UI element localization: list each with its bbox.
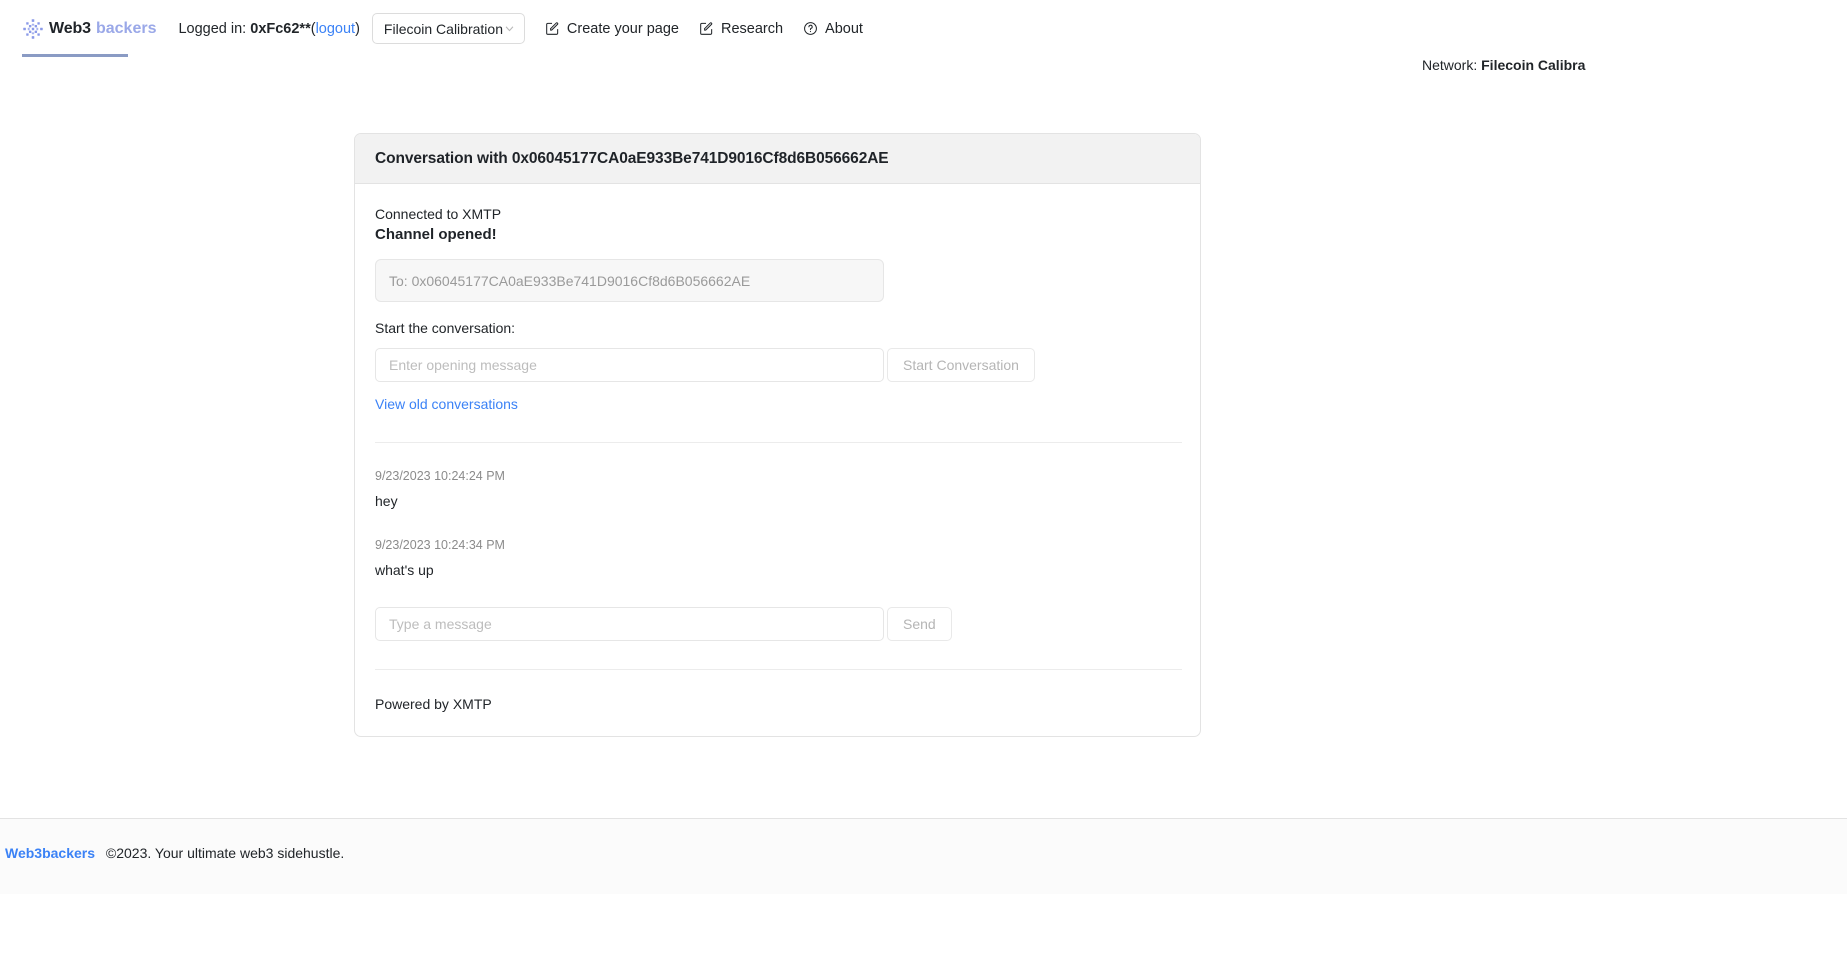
paren-close: ) [355,20,360,37]
xmtp-connection-status: Connected to XMTP [375,206,502,222]
message-text: what's up [375,562,434,578]
page-body: Conversation with 0x06045177CA0aE933Be74… [0,83,1847,894]
logged-in-label: Logged in: [178,20,247,37]
network-banner-value: Filecoin Calibra [1481,57,1586,73]
conversation-title: Conversation with 0x06045177CA0aE933Be74… [355,134,1200,184]
message-list: 9/23/2023 10:24:24 PM hey 9/23/2023 10:2… [375,469,1180,578]
footer-content: Web3backers ©2023. Your ultimate web3 si… [0,819,1847,861]
start-conversation-row: Start Conversation [375,348,1180,382]
footer-divider [375,669,1182,670]
nav-link-label: Research [720,20,784,37]
conversation-body: Connected to XMTP Channel opened! To: 0x… [355,184,1200,736]
nav-link-about[interactable]: About [803,21,863,37]
view-old-conversations-link[interactable]: View old conversations [375,396,518,412]
message-item: 9/23/2023 10:24:34 PM what's up [375,538,1180,578]
recipient-address-value: To: 0x06045177CA0aE933Be741D9016Cf8d6B05… [389,272,751,289]
powered-by-label: Powered by XMTP [375,696,492,712]
opening-message-input[interactable] [375,348,884,382]
footer-brand-link[interactable]: Web3backers [5,845,95,861]
page-footer: Web3backers ©2023. Your ultimate web3 si… [0,818,1847,894]
section-divider [375,442,1182,443]
conversation-card: Conversation with 0x06045177CA0aE933Be74… [354,133,1201,737]
chevron-down-icon [505,26,514,32]
channel-status: Channel opened! [375,226,497,243]
top-navbar: Web3 backers Logged in: 0xFc62**(logout) … [0,0,1847,57]
start-conversation-label: Start the conversation: [375,320,516,336]
message-input[interactable] [375,607,884,641]
send-message-row: Send [375,607,1180,641]
network-banner-label: Network: [1422,57,1478,73]
logged-in-status: Logged in: 0xFc62**(logout) [178,21,359,37]
snowflake-logo-icon [23,18,43,39]
message-text: hey [375,493,398,509]
pencil-square-icon [700,22,713,35]
nav-link-label: About [825,20,863,37]
question-circle-icon [804,22,817,35]
brand-logo[interactable]: Web3 backers [22,18,156,40]
recipient-address-field: To: 0x06045177CA0aE933Be741D9016Cf8d6B05… [375,259,884,302]
message-timestamp: 9/23/2023 10:24:24 PM [375,469,505,483]
nav-link-create-your-page[interactable]: Create your page [545,21,679,37]
send-button[interactable]: Send [887,607,952,641]
logged-in-address: 0xFc62** [250,20,311,37]
footer-copyright: ©2023. Your ultimate web3 sidehustle. [105,845,345,861]
message-item: 9/23/2023 10:24:24 PM hey [375,469,1180,509]
start-conversation-button[interactable]: Start Conversation [887,348,1035,382]
brand-text-secondary: backers [95,19,157,37]
network-banner: Network: Filecoin Calibra [1422,57,1585,73]
nav-link-label: Create your page [566,20,679,37]
brand-text-primary: Web3 [49,19,91,37]
network-banner-row: Network: Filecoin Calibra [0,57,1847,83]
logout-link[interactable]: logout [316,21,356,37]
pencil-square-icon [546,22,559,35]
network-select-value: Filecoin Calibration [383,20,503,37]
message-timestamp: 9/23/2023 10:24:34 PM [375,538,505,552]
nav-link-research[interactable]: Research [699,21,783,37]
network-select[interactable]: Filecoin Calibration [371,13,525,44]
